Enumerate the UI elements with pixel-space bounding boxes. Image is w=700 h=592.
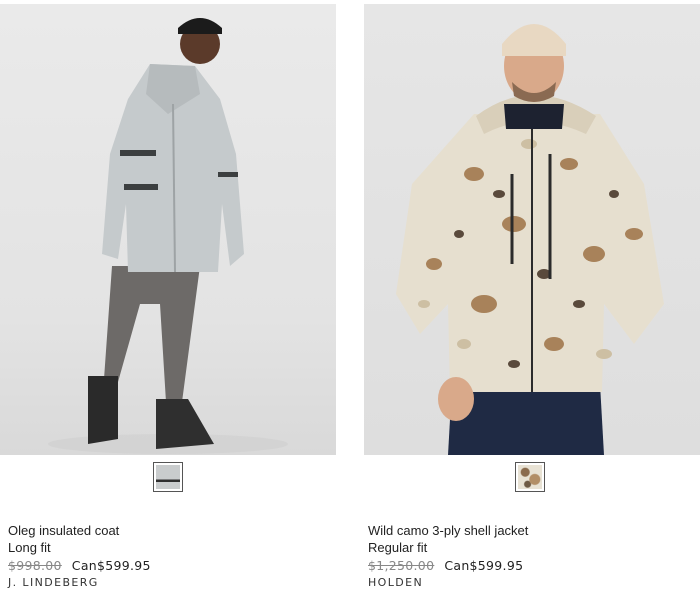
product-brand[interactable]: J. LINDEBERG xyxy=(8,575,328,591)
price-row: $1,250.00 Can$599.95 xyxy=(368,557,688,574)
model-in-camo-jacket-illustration xyxy=(396,24,664,455)
product-fit: Regular fit xyxy=(368,540,428,555)
model-in-grey-coat-illustration xyxy=(48,18,288,454)
product-name[interactable]: Wild camo 3-ply shell jacket xyxy=(368,522,688,539)
sale-price: Can$599.95 xyxy=(444,558,524,573)
sale-price: Can$599.95 xyxy=(71,558,151,573)
product-info: Oleg insulated coat Long fit $998.00 Can$… xyxy=(8,522,328,591)
product-info: Wild camo 3-ply shell jacket Regular fit… xyxy=(368,522,688,591)
product-card[interactable]: Wild camo 3-ply shell jacket Regular fit… xyxy=(364,0,700,592)
price-row: $998.00 Can$599.95 xyxy=(8,557,328,574)
swatch-chip xyxy=(156,465,180,489)
color-swatch[interactable] xyxy=(515,462,545,492)
product-brand[interactable]: HOLDEN xyxy=(368,575,688,591)
swatch-chip xyxy=(518,465,542,489)
product-image[interactable] xyxy=(0,4,336,455)
product-name[interactable]: Oleg insulated coat xyxy=(8,522,328,539)
product-card[interactable]: Oleg insulated coat Long fit $998.00 Can$… xyxy=(0,0,336,592)
product-fit: Long fit xyxy=(8,540,51,555)
original-price: $1,250.00 xyxy=(368,558,435,573)
product-image[interactable] xyxy=(364,4,700,455)
color-swatch[interactable] xyxy=(153,462,183,492)
original-price: $998.00 xyxy=(8,558,62,573)
